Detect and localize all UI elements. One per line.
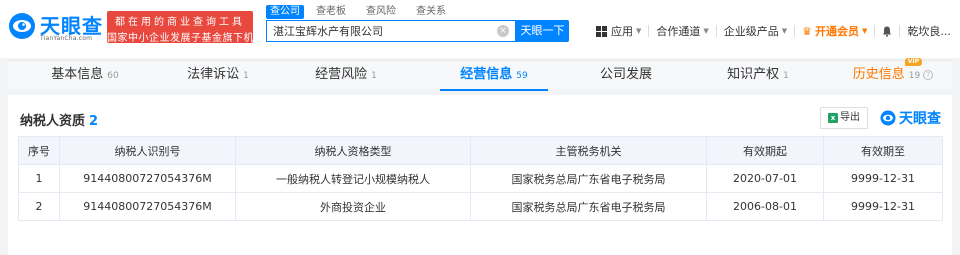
table-cell: 9999-12-31 — [823, 164, 943, 193]
section-title: 纳税人资质 2 — [20, 110, 98, 129]
tab-label: 知识产权 — [727, 67, 780, 82]
nav-divider — [874, 25, 876, 37]
nav-partners[interactable]: 合作通道 ▼ — [656, 23, 708, 39]
nav-divider — [715, 25, 717, 37]
slogan-banner: 都在用的商业查询工具 国家中小企业发展子基金旗下机构 — [107, 11, 265, 44]
logo-domain: TianYanCha.com — [40, 35, 93, 42]
brand-watermark: 天眼查 — [880, 107, 941, 129]
eye-logo-icon — [9, 13, 35, 39]
table-cell: 1 — [18, 164, 60, 193]
column-header: 纳税人资格类型 — [235, 136, 471, 165]
export-button[interactable]: x 导出 — [820, 107, 868, 129]
tab-count: 59 — [516, 71, 528, 81]
user-name: 乾坎良... — [907, 25, 951, 38]
search-tab-boss[interactable]: 查老板 — [312, 5, 350, 19]
top-header: 天眼查 TianYanCha.com 都在用的商业查询工具 国家中小企业发展子基… — [0, 0, 960, 58]
nav-divider — [648, 25, 650, 37]
excel-icon: x — [828, 113, 838, 123]
tab-count: 60 — [107, 71, 119, 81]
tab-label: 经营风险 — [315, 67, 368, 82]
vip-badge: VIP — [904, 58, 922, 66]
nav-divider — [899, 25, 901, 37]
tianyancha-logo[interactable]: 天眼查 TianYanCha.com — [8, 10, 103, 46]
tab-business-info[interactable]: 经营信息 59 — [440, 61, 548, 91]
table-cell: 91440800727054376M — [59, 192, 236, 221]
caret-down-icon: ▼ — [862, 27, 868, 35]
search-box: × — [266, 20, 516, 42]
tab-count: 19 — [908, 71, 921, 81]
top-nav: 应用 ▼ 合作通道 ▼ 企业级产品 ▼ ♛ 开通会员 ▼ 乾坎良... — [596, 23, 951, 39]
tab-intellectual-property[interactable]: 知识产权 1 — [708, 61, 808, 90]
column-header: 纳税人识别号 — [59, 136, 236, 165]
tab-business-risk[interactable]: 经营风险 1 — [296, 61, 396, 90]
nav-user[interactable]: 乾坎良... — [907, 23, 951, 39]
tab-history[interactable]: VIP 历史信息 19? — [838, 58, 948, 90]
tab-count: 1 — [243, 71, 249, 81]
table-cell: 2006-08-01 — [706, 192, 824, 221]
tab-label: 历史信息 — [852, 67, 905, 82]
export-label: 导出 — [840, 112, 860, 123]
search-tab-company[interactable]: 查公司 — [266, 5, 304, 19]
tab-legal[interactable]: 法律诉讼 1 — [168, 61, 268, 90]
nav-partners-label: 合作通道 — [656, 25, 701, 38]
table-cell: 国家税务总局广东省电子税务局 — [470, 164, 707, 193]
column-header: 主管税务机关 — [470, 136, 707, 165]
table-cell: 外商投资企业 — [235, 192, 471, 221]
caret-down-icon: ▼ — [781, 27, 788, 35]
section-count: 2 — [89, 114, 99, 129]
grid-icon — [596, 25, 607, 37]
nav-notifications[interactable] — [882, 26, 892, 37]
nav-vip-label: 开通会员 — [815, 25, 860, 38]
column-header: 有效期至 — [823, 136, 943, 165]
search-tab-relation[interactable]: 查关系 — [412, 5, 450, 19]
taxpayer-qualification-panel: 纳税人资质 2 x 导出 天眼查 序号 纳税人识别号 纳税人资格类型 主管税务机关 — [8, 95, 952, 255]
table-header-row: 序号 纳税人识别号 纳税人资格类型 主管税务机关 有效期起 有效期至 — [18, 136, 943, 165]
nav-apps-label: 应用 — [611, 25, 633, 38]
bell-icon — [883, 26, 892, 37]
nav-vip[interactable]: ♛ 开通会员 ▼ — [802, 23, 867, 39]
column-header: 序号 — [18, 136, 60, 165]
column-header: 有效期起 — [706, 136, 824, 165]
tab-label: 基本信息 — [51, 67, 104, 82]
nav-enterprise[interactable]: 企业级产品 ▼ — [724, 23, 787, 39]
brand-text: 天眼查 — [899, 111, 941, 127]
table-row: 2 91440800727054376M 外商投资企业 国家税务总局广东省电子税… — [18, 192, 943, 221]
table-cell: 91440800727054376M — [59, 164, 236, 193]
slogan-line-1: 都在用的商业查询工具 — [115, 17, 245, 28]
search-tab-risk[interactable]: 查风险 — [362, 5, 400, 19]
caret-down-icon: ▼ — [703, 27, 709, 35]
search-input[interactable] — [273, 21, 493, 41]
table-cell: 2020-07-01 — [706, 164, 824, 193]
company-tabbar: 基本信息 60 法律诉讼 1 经营风险 1 经营信息 59 公司发展 知识产权 1 VIP… — [8, 58, 952, 91]
search-type-tabs: 查公司 查老板 查风险 查关系 — [266, 5, 462, 19]
tab-basic-info[interactable]: 基本信息 60 — [30, 61, 140, 90]
tab-label: 经营信息 — [460, 67, 513, 82]
table-cell: 2 — [18, 192, 60, 221]
eye-logo-icon — [880, 110, 896, 126]
table-cell: 一般纳税人转登记小规模纳税人 — [235, 164, 471, 193]
tab-count: 1 — [371, 71, 377, 81]
question-icon[interactable]: ? — [923, 69, 934, 80]
crown-icon: ♛ — [802, 24, 813, 38]
clear-icon[interactable]: × — [497, 25, 509, 37]
tab-count: 1 — [783, 71, 789, 81]
table-cell: 国家税务总局广东省电子税务局 — [470, 192, 707, 221]
tab-label: 公司发展 — [599, 67, 652, 82]
nav-apps[interactable]: 应用 ▼ — [596, 23, 641, 39]
table-row: 1 91440800727054376M 一般纳税人转登记小规模纳税人 国家税务… — [18, 164, 943, 193]
slogan-line-2: 国家中小企业发展子基金旗下机构 — [107, 33, 265, 44]
nav-divider — [794, 25, 796, 37]
caret-down-icon: ▼ — [636, 27, 642, 35]
tab-company-development[interactable]: 公司发展 — [576, 61, 676, 90]
tab-label: 法律诉讼 — [187, 67, 240, 82]
section-title-label: 纳税人资质 — [20, 114, 86, 129]
search-button[interactable]: 天眼一下 — [516, 20, 569, 42]
table-cell: 9999-12-31 — [823, 192, 943, 221]
nav-enterprise-label: 企业级产品 — [723, 25, 779, 38]
taxpayer-table: 序号 纳税人识别号 纳税人资格类型 主管税务机关 有效期起 有效期至 1 914… — [18, 136, 943, 221]
